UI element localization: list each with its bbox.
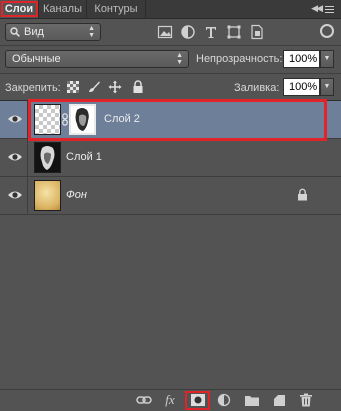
trash-icon[interactable] — [298, 393, 314, 407]
lock-all-icon[interactable] — [131, 80, 145, 94]
fx-icon[interactable]: fx — [162, 393, 178, 407]
eye-visibility-icon[interactable] — [7, 112, 23, 126]
lock-icon — [298, 188, 307, 201]
portrait-image — [35, 143, 60, 172]
adjustment-layer-icon[interactable] — [217, 393, 233, 407]
tab-channels[interactable]: Каналы — [39, 0, 87, 18]
divider — [0, 73, 341, 74]
opacity-dropdown-icon[interactable]: ▼ — [320, 50, 334, 68]
lock-label: Закрепить: — [5, 82, 61, 94]
panel-tab-bar: Слои Каналы Контуры ◀◀ — [0, 0, 341, 19]
layer-row[interactable]: Фон — [0, 177, 341, 215]
fill-dropdown-icon[interactable]: ▼ — [320, 78, 334, 96]
new-group-icon[interactable] — [244, 393, 260, 407]
layer-thumbnail[interactable] — [34, 142, 61, 173]
blend-mode-value: Обычные — [12, 53, 61, 65]
lock-image-pixels-icon[interactable] — [87, 80, 101, 94]
collapse-icon[interactable]: ◀◀ — [311, 3, 323, 14]
dropdown-arrows-icon: ▲ ▼ — [176, 52, 183, 66]
lock-position-icon[interactable] — [108, 80, 122, 94]
filter-adjustment-icon[interactable] — [180, 24, 196, 40]
filter-kind-label: Вид — [24, 26, 44, 38]
eye-visibility-icon[interactable] — [7, 188, 23, 202]
filter-smart-object-icon[interactable] — [249, 24, 265, 40]
search-icon — [10, 27, 20, 37]
opacity-label: Непрозрачность: — [196, 53, 283, 65]
layers-panel: Слои Каналы Контуры ◀◀ Вид ▲ ▼ Обычные ▲… — [0, 0, 341, 411]
dropdown-arrows-icon: ▲ ▼ — [88, 25, 95, 39]
fill-field[interactable]: 100% — [283, 78, 320, 96]
filter-kind-dropdown[interactable]: Вид ▲ ▼ — [5, 23, 101, 41]
filter-pixel-icon[interactable] — [157, 24, 173, 40]
panel-menu-icon[interactable] — [323, 2, 337, 16]
divider — [0, 45, 341, 46]
eye-visibility-icon[interactable] — [7, 150, 23, 164]
link-layers-icon[interactable] — [136, 393, 152, 407]
new-layer-icon[interactable] — [271, 393, 287, 407]
opacity-field[interactable]: 100% — [283, 50, 320, 68]
blend-mode-dropdown[interactable]: Обычные ▲ ▼ — [5, 50, 189, 68]
layer-name[interactable]: Слой 1 — [66, 151, 102, 163]
filter-type-icon[interactable] — [203, 24, 219, 40]
selection-highlight — [28, 99, 327, 141]
column-divider — [27, 177, 28, 214]
filter-toggle-icon[interactable] — [320, 24, 334, 38]
layers-list: Слой 2 Слой 1 Фон — [0, 101, 341, 389]
layer-row[interactable]: Слой 1 — [0, 139, 341, 177]
layer-name[interactable]: Фон — [66, 189, 87, 201]
lock-transparent-pixels-icon[interactable] — [66, 80, 80, 94]
tab-paths[interactable]: Контуры — [87, 0, 146, 18]
fill-label: Заливка: — [234, 82, 280, 94]
layer-thumbnail[interactable] — [34, 180, 61, 211]
column-divider — [27, 139, 28, 176]
tab-highlight — [1, 1, 38, 17]
mask-button-highlight — [185, 391, 210, 410]
panel-footer: fx — [0, 389, 341, 411]
filter-shape-icon[interactable] — [226, 24, 242, 40]
